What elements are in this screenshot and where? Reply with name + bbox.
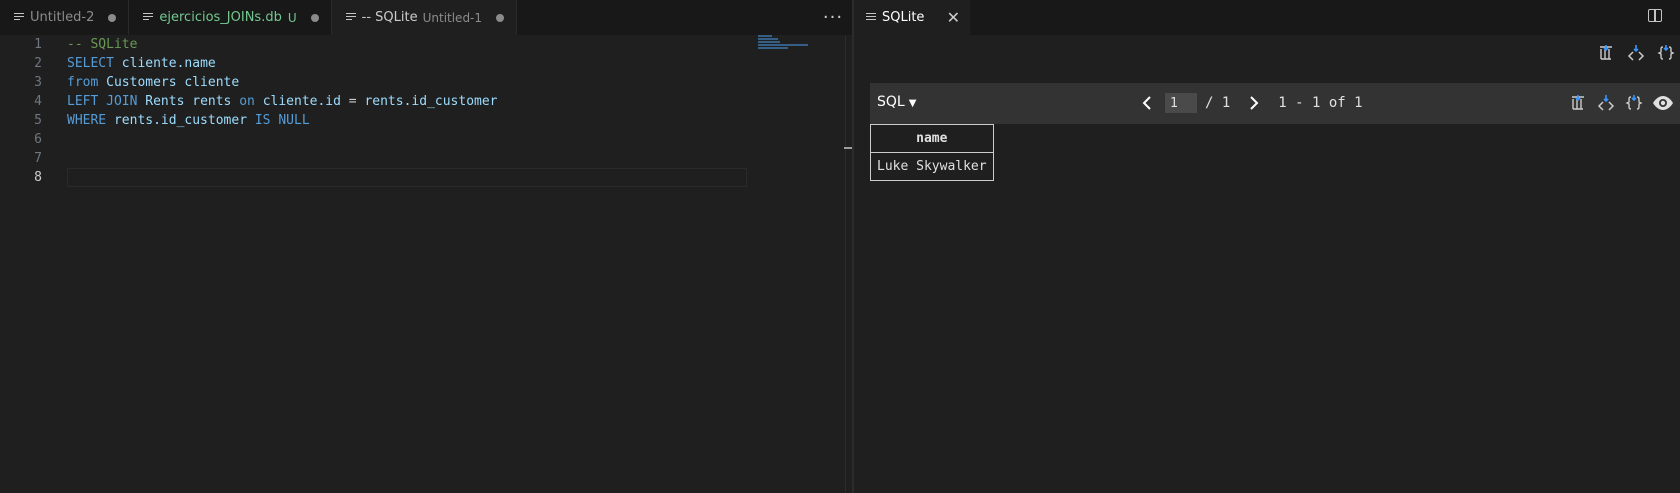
table-header-row: name (870, 124, 994, 153)
code-token: cliente.name (121, 56, 216, 71)
line-number: 5 (34, 113, 42, 128)
line-number: 1 (34, 37, 42, 52)
unsaved-dot-icon[interactable] (310, 13, 319, 22)
code-line[interactable]: LEFT JOIN Rents rents on cliente.id = re… (67, 92, 747, 111)
dialect-label: SQL (877, 94, 905, 110)
code-token: SELECT (67, 56, 122, 71)
code-token: rents.id_customer (364, 94, 498, 109)
code-editor[interactable]: 12345678 -- SQLite SELECT cliente.name fro… (0, 35, 856, 493)
eye-icon[interactable] (1652, 92, 1674, 114)
file-lines-icon (14, 13, 24, 22)
dialect-select[interactable]: SQL ▼ (877, 94, 916, 110)
tab-sqlite-results[interactable]: SQLite ✕ (854, 0, 970, 35)
code-line[interactable] (67, 149, 747, 168)
line-number: 2 (34, 56, 42, 71)
table-row: Luke Skywalker (870, 152, 994, 181)
line-number: 7 (34, 151, 42, 166)
code-token: Customers cliente (106, 75, 240, 90)
code-line[interactable] (67, 168, 747, 187)
code-token: WHERE (67, 113, 114, 128)
code-token: LEFT JOIN (67, 94, 146, 109)
editor-group-left: Untitled-2 ejercicios_JOINs.db U -- SQLi… (0, 0, 856, 493)
line-number: 8 (34, 170, 42, 185)
pagination: / 1 1 - 1 of 1 (1137, 92, 1363, 114)
more-actions-icon[interactable]: ··· (816, 0, 850, 35)
export-json-icon[interactable] (1626, 43, 1646, 63)
tab-label: ejercicios_JOINs.db (159, 10, 282, 25)
row-range: 1 - 1 of 1 (1278, 95, 1363, 111)
page-number-input[interactable] (1165, 93, 1197, 113)
open-json-icon[interactable] (1656, 43, 1676, 63)
code-line[interactable]: -- SQLite (67, 35, 747, 54)
code-token: on (239, 94, 263, 109)
code-token: = (340, 94, 365, 109)
editor-group-right: SQLite ✕ ·· SQL▼ / 1 1 - 1 of (854, 0, 1680, 493)
export-csv-icon[interactable] (1568, 93, 1588, 113)
result-actions-top (1596, 43, 1676, 63)
results-tab-bar: SQLite ✕ ·· (854, 0, 1680, 35)
file-lines-icon (866, 13, 876, 22)
toolbar-actions (1568, 92, 1674, 114)
code-line[interactable]: SELECT cliente.name (67, 54, 747, 73)
chevron-right-icon[interactable] (1244, 92, 1264, 114)
code-token: IS NULL (254, 113, 310, 128)
tab-label: Untitled-2 (30, 10, 95, 25)
editor-tab-bar: Untitled-2 ejercicios_JOINs.db U -- SQLi… (0, 0, 852, 35)
tab-untitled-2[interactable]: Untitled-2 (0, 0, 130, 35)
tab-sqlite-untitled-1[interactable]: -- SQLite Untitled-1 (331, 0, 518, 35)
code-token: cliente.id (262, 94, 341, 109)
table-cell[interactable]: Luke Skywalker (870, 152, 994, 181)
tab-description: Untitled-1 (422, 10, 483, 25)
file-lines-icon (143, 13, 154, 22)
results-toolbar: SQL▼ / 1 1 - 1 of 1 (870, 83, 1680, 124)
code-token: rents.id_customer (113, 113, 255, 128)
tab-label: -- SQLite (361, 10, 418, 25)
close-icon[interactable]: ✕ (947, 8, 960, 27)
untracked-badge: U (287, 10, 297, 25)
line-number: 6 (34, 132, 42, 147)
export-csv-icon[interactable] (1596, 43, 1616, 63)
code-token: -- SQLite (67, 37, 138, 52)
line-number-gutter: 1 2 3 4 5 6 7 8 (0, 35, 56, 187)
page-total: / 1 (1205, 95, 1231, 111)
line-number: 3 (34, 75, 42, 90)
code-line[interactable]: WHERE rents.id_customer IS NULL (67, 111, 747, 130)
file-lines-icon (345, 13, 356, 22)
caret-down-icon: ▼ (908, 98, 917, 109)
export-json-icon[interactable] (1596, 93, 1616, 113)
code-line[interactable]: from Customers cliente (67, 73, 747, 92)
chevron-left-icon[interactable] (1137, 92, 1157, 114)
line-number: 4 (34, 94, 42, 109)
tab-label: SQLite (882, 10, 925, 25)
code-token: Rents rents (145, 94, 240, 109)
code-lines[interactable]: -- SQLite SELECT cliente.name from Custome… (67, 35, 747, 187)
tab-ejercicios-joins-db[interactable]: ejercicios_JOINs.db U (129, 0, 332, 35)
split-editor-icon[interactable] (1648, 9, 1662, 22)
code-token: from (67, 75, 107, 90)
results-table: name Luke Skywalker (870, 124, 994, 181)
code-line[interactable] (67, 130, 747, 149)
open-json-icon[interactable] (1624, 93, 1644, 113)
minimap[interactable] (758, 35, 816, 55)
column-header-name[interactable]: name (870, 124, 994, 153)
unsaved-dot-icon[interactable] (496, 13, 505, 22)
unsaved-dot-icon[interactable] (108, 13, 117, 22)
